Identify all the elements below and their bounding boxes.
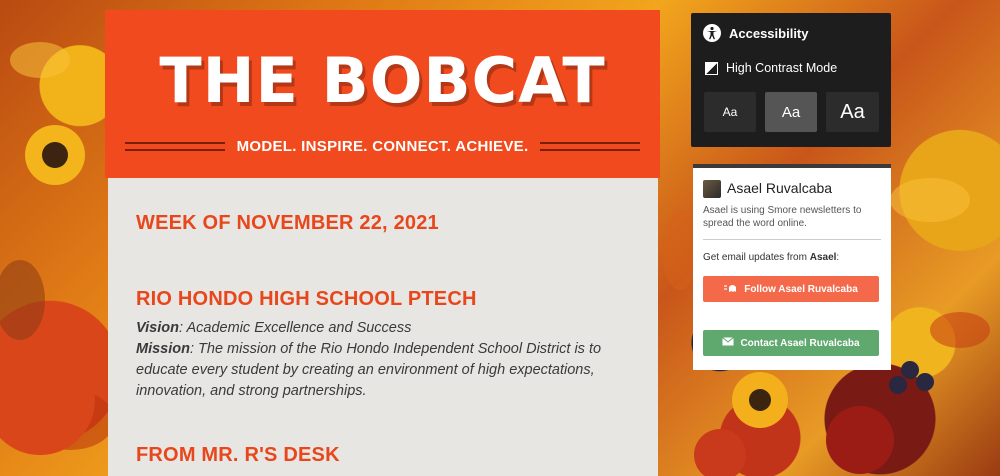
email-updates-suffix: : — [836, 252, 840, 263]
high-contrast-toggle[interactable]: High Contrast Mode — [705, 61, 837, 75]
text-size-medium-button[interactable]: Aa — [765, 92, 817, 132]
email-updates-text: Get email updates from Asael: — [703, 252, 839, 263]
week-heading: WEEK OF NOVEMBER 22, 2021 — [136, 212, 439, 234]
envelope-icon — [722, 337, 735, 349]
email-updates-name: Asael — [809, 252, 837, 263]
mission-line: Mission: The mission of the Rio Hondo In… — [136, 339, 606, 402]
accessibility-icon — [703, 24, 721, 42]
newsletter-content: WEEK OF NOVEMBER 22, 2021 RIO HONDO HIGH… — [108, 178, 658, 476]
mission-text: : The mission of the Rio Hondo Independe… — [136, 341, 602, 399]
avatar — [703, 180, 721, 198]
author-description: Asael is using Smore newsletters to spre… — [703, 205, 862, 229]
school-heading: RIO HONDO HIGH SCHOOL PTECH — [136, 288, 477, 310]
high-contrast-label: High Contrast Mode — [726, 61, 838, 75]
text-size-large-button[interactable]: Aa — [826, 92, 879, 132]
mission-label: Mission — [136, 341, 190, 357]
follow-button[interactable]: Follow Asael Ruvalcaba — [703, 276, 879, 302]
follow-label: Follow Asael Ruvalcaba — [744, 283, 858, 295]
email-updates-prefix: Get email updates from — [703, 252, 810, 263]
newsletter-tagline: MODEL. INSPIRE. CONNECT. ACHIEVE. — [236, 138, 529, 155]
follow-icon — [724, 283, 738, 296]
tagline-divider-right — [540, 142, 641, 151]
accessibility-panel: Accessibility High Contrast Mode Aa Aa A… — [691, 13, 891, 147]
card-divider — [703, 239, 881, 240]
tagline-divider-left — [124, 142, 225, 151]
vision-mission-block: Vision: Academic Excellence and Success … — [136, 318, 606, 402]
newsletter-header: THE BOBCAT MODEL. INSPIRE. CONNECT. ACHI… — [105, 10, 660, 178]
contrast-icon — [705, 61, 718, 75]
author-name: Asael Ruvalcaba — [727, 180, 833, 196]
tagline-row: MODEL. INSPIRE. CONNECT. ACHIEVE. — [105, 138, 660, 155]
text-size-small-button[interactable]: Aa — [704, 92, 756, 132]
desk-heading: FROM MR. R'S DESK — [136, 444, 340, 466]
newsletter-title: THE BOBCAT — [159, 44, 606, 117]
contact-label: Contact Asael Ruvalcaba — [740, 337, 860, 349]
author-card: Asael Ruvalcaba Asael is using Smore new… — [693, 164, 891, 370]
vision-line: Vision: Academic Excellence and Success — [136, 318, 606, 339]
accessibility-title: Accessibility — [729, 26, 809, 41]
contact-button[interactable]: Contact Asael Ruvalcaba — [703, 330, 879, 356]
vision-text: : Academic Excellence and Success — [178, 320, 412, 336]
vision-label: Vision — [136, 320, 179, 336]
